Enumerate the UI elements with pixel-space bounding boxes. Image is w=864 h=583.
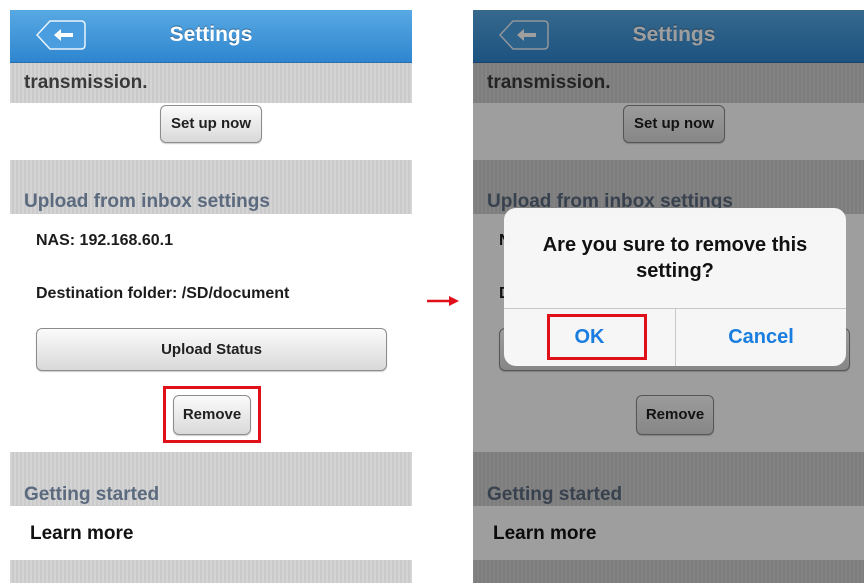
bottom-divider: [10, 560, 412, 583]
right-arrow-icon: [427, 296, 459, 306]
settings-screen-before: Settings transmission. Set up now Upload…: [10, 10, 412, 583]
section-header-upload: Upload from inbox settings: [10, 160, 412, 214]
page-title: Settings: [169, 23, 253, 46]
getting-started-title: Getting started: [24, 484, 160, 505]
highlight-box: [163, 386, 261, 443]
partial-heading: transmission.: [24, 72, 148, 93]
settings-screen-after: Settings transmission. Set up now Upload…: [473, 10, 864, 583]
upload-section-title: Upload from inbox settings: [24, 191, 270, 212]
set-up-now-button[interactable]: Set up now: [160, 105, 262, 143]
dialog-message: Are you sure to remove this setting?: [542, 234, 808, 282]
upload-status-button[interactable]: Upload Status: [36, 328, 387, 371]
section-header-getting-started: Getting started: [10, 452, 412, 506]
section-header-transmission: transmission.: [10, 63, 412, 103]
cancel-button[interactable]: Cancel: [676, 309, 846, 366]
nas-address: NAS: 192.168.60.1: [36, 232, 173, 249]
destination-folder: Destination folder: /SD/document: [36, 285, 290, 302]
highlight-box: [547, 314, 647, 360]
navigation-bar: Settings: [10, 10, 412, 63]
learn-more-link[interactable]: Learn more: [30, 523, 133, 545]
